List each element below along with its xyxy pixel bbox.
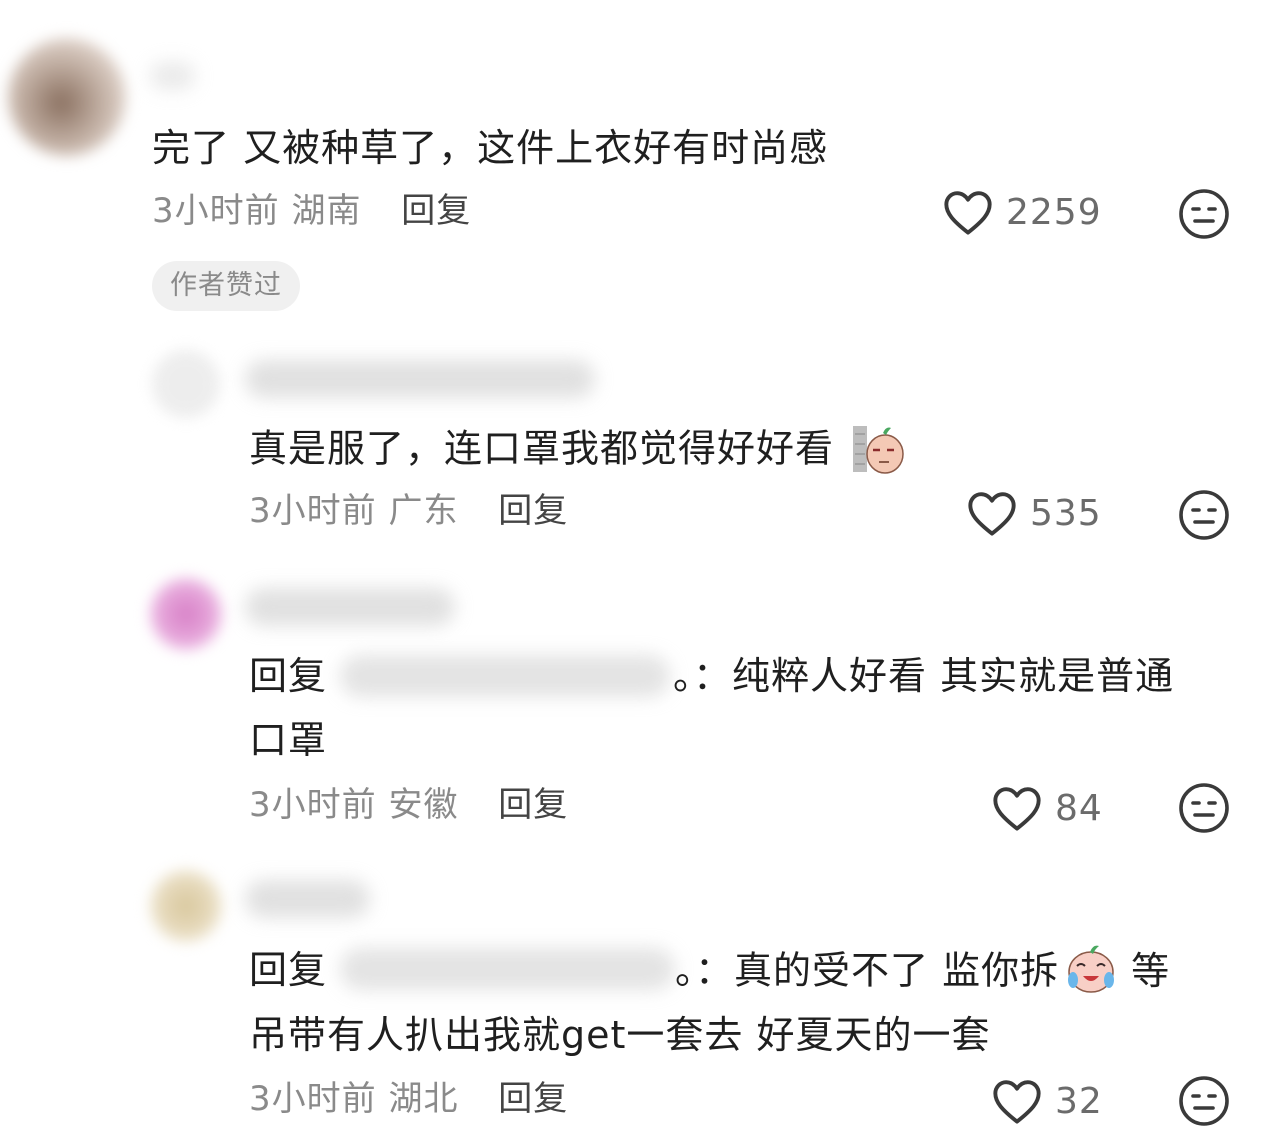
comment-text: 真是服了，连口罩我都觉得好好看: [249, 426, 905, 474]
meh-face-icon[interactable]: [1178, 1075, 1230, 1127]
comment-text-line2: 口罩: [249, 718, 328, 762]
meh-face-icon[interactable]: [1178, 188, 1230, 240]
username-blurred[interactable]: [245, 880, 370, 918]
comment-meta: 3小时前 广东 回复: [249, 491, 568, 531]
reply-button[interactable]: 回复: [401, 191, 471, 231]
heart-outline-icon: [993, 1080, 1041, 1124]
like-button[interactable]: 32: [991, 1077, 1103, 1125]
like-button[interactable]: 535: [966, 489, 1102, 537]
avatar[interactable]: [150, 870, 222, 942]
comment-text-line2: 吊带有人扒出我就get一套去 好夏天的一套: [249, 1013, 991, 1057]
comment-location: 安徽: [388, 785, 459, 825]
like-count: 84: [1055, 787, 1103, 829]
comment-meta: 3小时前 安徽 回复: [249, 785, 568, 825]
meh-face-icon[interactable]: [1178, 782, 1230, 834]
comment-text: 。：纯粹人好看 其实就是普通: [673, 654, 1175, 698]
comment-text: 。：真的受不了 监你拆 等: [675, 945, 1170, 996]
comment-meta: 3小时前 湖南 回复: [152, 191, 471, 231]
peeking-bean-emoji-icon: [853, 426, 904, 474]
crying-bean-emoji-icon: [1068, 945, 1115, 993]
reply-button[interactable]: 回复: [498, 785, 568, 825]
comment-time: 3小时前: [249, 491, 377, 531]
comment-location: 湖南: [291, 191, 362, 231]
replied-username-blurred[interactable]: [340, 948, 675, 990]
avatar[interactable]: [152, 350, 220, 418]
reply-prefix: 回复: [249, 948, 328, 992]
avatar[interactable]: [150, 578, 222, 650]
comment-location: 湖北: [388, 1079, 459, 1119]
comment-text: 完了 又被种草了，这件上衣好有时尚感: [152, 126, 829, 170]
username-blurred[interactable]: [245, 588, 455, 626]
username-blurred[interactable]: [150, 62, 195, 90]
meh-face-icon[interactable]: [1178, 489, 1230, 541]
reply-prefix: 回复: [249, 654, 328, 698]
avatar[interactable]: [8, 38, 126, 156]
author-liked-badge: 作者赞过: [152, 261, 300, 311]
reply-button[interactable]: 回复: [498, 1079, 568, 1119]
comment-meta: 3小时前 湖北 回复: [249, 1079, 568, 1119]
like-count: 32: [1055, 1080, 1103, 1122]
comment-time: 3小时前: [249, 1079, 377, 1119]
comment-time: 3小时前: [152, 191, 280, 231]
replied-username-blurred[interactable]: [340, 655, 670, 697]
heart-outline-icon: [944, 191, 992, 235]
heart-outline-icon: [993, 787, 1041, 831]
heart-outline-icon: [968, 492, 1016, 536]
comment-time: 3小时前: [249, 785, 377, 825]
like-count: 2259: [1006, 191, 1102, 233]
username-blurred[interactable]: [245, 360, 595, 398]
like-button[interactable]: 2259: [942, 188, 1102, 236]
like-button[interactable]: 84: [991, 784, 1103, 832]
like-count: 535: [1030, 492, 1102, 534]
comment-location: 广东: [388, 491, 459, 531]
reply-button[interactable]: 回复: [498, 491, 568, 531]
